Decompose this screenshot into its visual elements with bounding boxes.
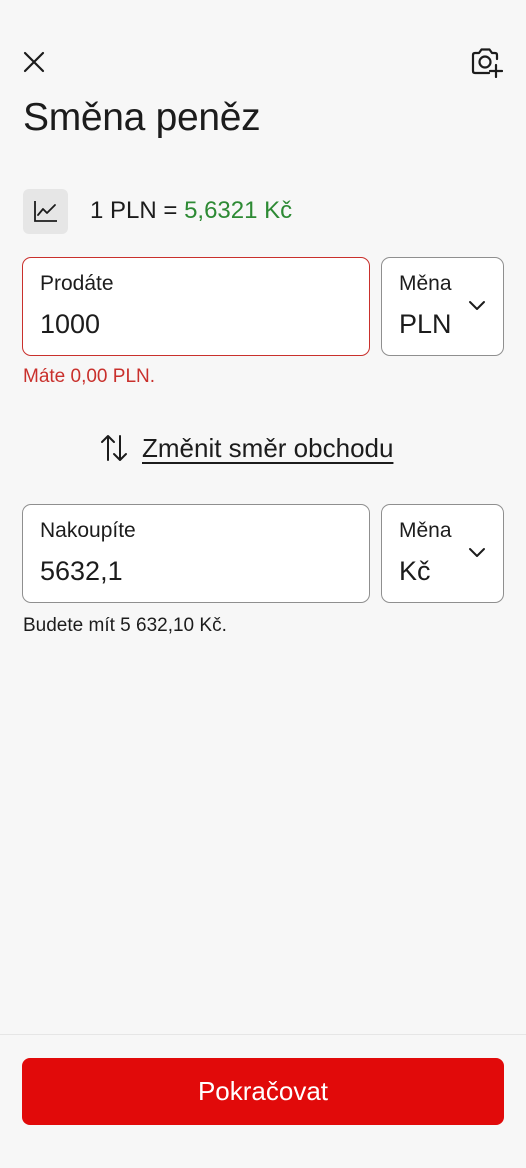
buy-info-message: Budete mít 5 632,10 Kč. bbox=[23, 615, 227, 636]
sell-currency-label: Měna bbox=[399, 272, 452, 295]
rate-base: 1 PLN = bbox=[90, 197, 185, 224]
sell-amount-label: Prodáte bbox=[40, 272, 114, 295]
camera-button[interactable] bbox=[468, 44, 504, 80]
continue-button[interactable]: Pokračovat bbox=[22, 1058, 504, 1125]
chevron-down-icon bbox=[469, 301, 485, 310]
sell-currency-select[interactable]: Měna PLN bbox=[381, 257, 504, 356]
chevron-down-icon bbox=[469, 548, 485, 557]
sell-currency-value: PLN bbox=[399, 309, 452, 339]
sell-error-message: Máte 0,00 PLN. bbox=[23, 366, 156, 387]
buy-currency-select[interactable]: Měna Kč bbox=[381, 504, 504, 603]
page-title: Směna peněz bbox=[23, 96, 261, 139]
swap-direction-label: Změnit směr obchodu bbox=[142, 432, 394, 463]
buy-amount-field[interactable]: Nakoupíte bbox=[22, 504, 370, 603]
exchange-rate-text: 1 PLN = 5,6321 Kč bbox=[90, 197, 292, 225]
swap-vertical-icon bbox=[101, 435, 127, 461]
continue-button-label: Pokračovat bbox=[197, 1076, 329, 1106]
sell-amount-field[interactable]: Prodáte bbox=[22, 257, 370, 356]
swap-direction-button[interactable]: Změnit směr obchodu bbox=[98, 428, 393, 468]
buy-currency-label: Měna bbox=[399, 519, 452, 542]
close-button[interactable] bbox=[18, 46, 50, 78]
close-icon bbox=[23, 51, 45, 73]
buy-currency-value: Kč bbox=[399, 556, 431, 586]
line-chart-icon bbox=[33, 201, 57, 222]
buy-amount-input[interactable] bbox=[40, 556, 320, 587]
exchange-screen: Směna peněz 1 PLN = 5,6321 Kč Prodáte Mě… bbox=[0, 0, 526, 1168]
footer-divider bbox=[0, 1034, 526, 1035]
exchange-rate-row: 1 PLN = 5,6321 Kč bbox=[23, 188, 292, 234]
camera-add-icon bbox=[471, 48, 503, 78]
rate-value: 5,6321 Kč bbox=[184, 197, 293, 224]
buy-amount-label: Nakoupíte bbox=[40, 519, 136, 542]
rate-chart-button[interactable] bbox=[23, 188, 68, 234]
sell-amount-input[interactable] bbox=[40, 309, 320, 340]
